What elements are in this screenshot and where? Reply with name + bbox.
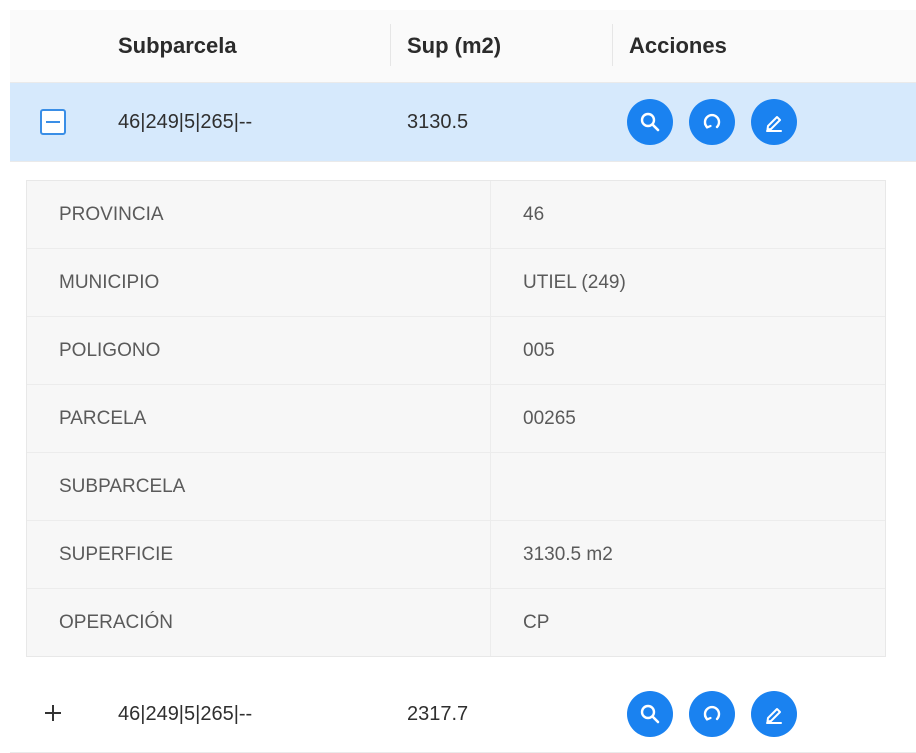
- refresh-button[interactable]: [689, 691, 735, 737]
- row-actions: [627, 676, 797, 752]
- table-header: Subparcela Sup (m2) Acciones: [10, 10, 916, 83]
- detail-label: PARCELA: [27, 385, 491, 452]
- table-row[interactable]: 46|249|5|265|-- 3130.5: [10, 83, 916, 162]
- detail-value: CP: [523, 611, 550, 633]
- column-header-superficie[interactable]: Sup (m2): [407, 10, 501, 82]
- table-row[interactable]: 46|249|5|265|-- 2317.7: [10, 676, 916, 753]
- column-header-subparcela[interactable]: Subparcela: [118, 10, 237, 82]
- subparcel-table: Subparcela Sup (m2) Acciones 46|249|5|26…: [10, 10, 916, 753]
- detail-value: 3130.5 m2: [523, 543, 613, 565]
- refresh-icon: [703, 705, 721, 721]
- column-divider: [612, 24, 613, 66]
- row-detail-panel: PROVINCIA 46 MUNICIPIO UTIEL (249) POLIG…: [10, 162, 916, 676]
- superficie-cell: 2317.7: [407, 702, 469, 725]
- search-icon: [640, 704, 660, 724]
- edit-icon: [766, 116, 782, 132]
- edit-button[interactable]: [751, 691, 797, 737]
- detail-row: MUNICIPIO UTIEL (249): [27, 249, 885, 317]
- detail-value: 00265: [523, 407, 576, 429]
- expand-row-button[interactable]: [40, 700, 66, 726]
- superficie-cell: 3130.5: [407, 110, 469, 133]
- edit-icon: [766, 708, 782, 724]
- detail-row: PARCELA 00265: [27, 385, 885, 453]
- column-header-acciones: Acciones: [629, 33, 727, 58]
- edit-button[interactable]: [751, 99, 797, 145]
- detail-label: POLIGONO: [27, 317, 491, 384]
- search-icon: [640, 112, 660, 132]
- detail-value: UTIEL (249): [523, 271, 626, 293]
- detail-row: SUBPARCELA: [27, 453, 885, 521]
- detail-row: OPERACIÓN CP: [27, 589, 885, 656]
- refresh-button[interactable]: [689, 99, 735, 145]
- detail-label: SUBPARCELA: [27, 453, 491, 520]
- detail-row: SUPERFICIE 3130.5 m2: [27, 521, 885, 589]
- detail-label: MUNICIPIO: [27, 249, 491, 316]
- detail-value: 005: [523, 339, 555, 361]
- subparcela-cell: 46|249|5|265|--: [118, 702, 253, 725]
- refresh-icon: [703, 113, 721, 129]
- search-button[interactable]: [627, 99, 673, 145]
- detail-label: SUPERFICIE: [27, 521, 491, 588]
- collapse-row-button[interactable]: [40, 109, 66, 135]
- detail-value: [491, 453, 885, 520]
- detail-label: PROVINCIA: [27, 181, 491, 248]
- detail-value: 46: [523, 203, 545, 225]
- row-actions: [627, 83, 797, 161]
- subparcela-cell: 46|249|5|265|--: [118, 110, 253, 133]
- search-button[interactable]: [627, 691, 673, 737]
- detail-label: OPERACIÓN: [27, 589, 491, 656]
- minus-icon: [46, 121, 60, 123]
- detail-row: PROVINCIA 46: [27, 181, 885, 249]
- column-divider: [390, 24, 391, 66]
- detail-row: POLIGONO 005: [27, 317, 885, 385]
- detail-table: PROVINCIA 46 MUNICIPIO UTIEL (249) POLIG…: [26, 180, 886, 657]
